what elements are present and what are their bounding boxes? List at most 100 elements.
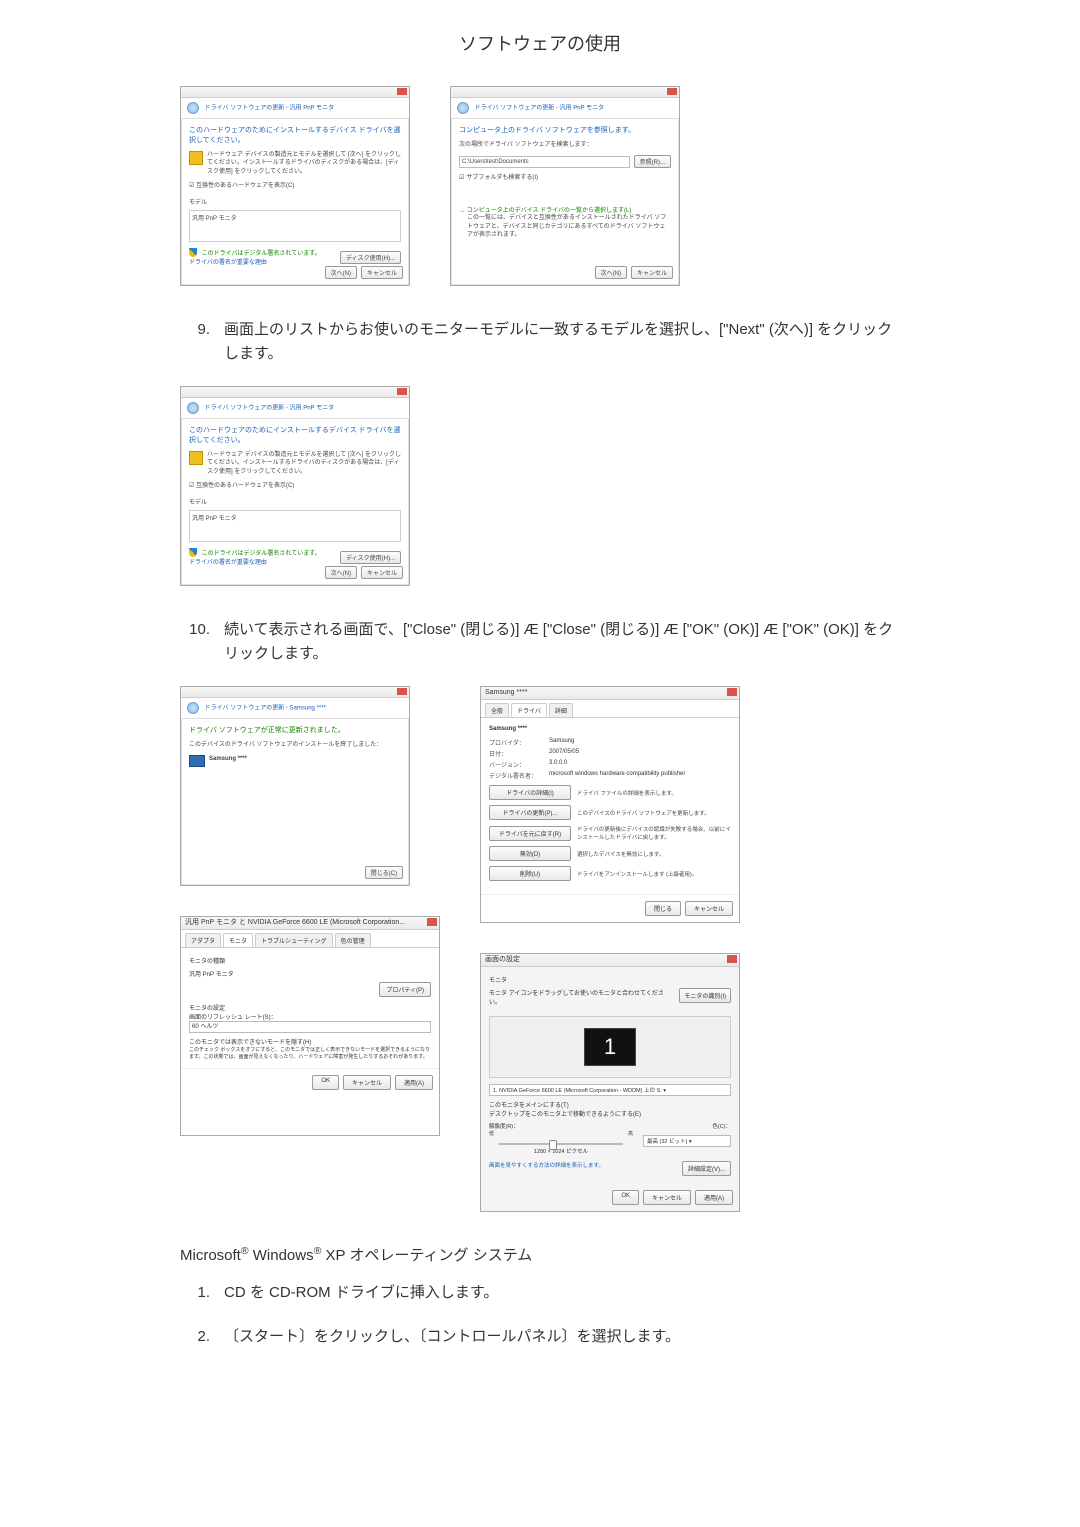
signer-value: microsoft windows hardware compatibility…	[549, 771, 685, 780]
window-buttons	[727, 955, 737, 963]
pick-from-list-desc: この一覧には、デバイスと互換性があるインストールされたドライバ ソフトウェアと、…	[467, 214, 671, 239]
window-titlebar	[181, 687, 409, 698]
monitor-type-group: モニタの種類	[189, 956, 431, 965]
rollback-driver-desc: ドライバの更新後にデバイスの認識が失敗する場合、以前にインストールしたドライバに…	[577, 825, 731, 841]
disk-icon	[189, 151, 203, 165]
window-buttons	[397, 88, 407, 95]
version-label: バージョン：	[489, 760, 549, 769]
have-disk-button: ディスク使用(H)...	[340, 251, 401, 264]
date-label: 日付：	[489, 749, 549, 758]
close-icon	[427, 918, 437, 926]
close-icon	[727, 955, 737, 963]
shield-icon	[189, 248, 197, 257]
step-9: 9. 画面上のリストからお使いのモニターモデルに一致するモデルを選択し、["Ne…	[180, 318, 900, 366]
cancel-button: キャンセル	[631, 266, 673, 279]
wizard-success-heading: ドライバ ソフトウェアが正常に更新されました。	[189, 725, 401, 735]
dialog-titlebar: 汎用 PnP モニタ と NVIDIA GeForce 6600 LE (Mic…	[181, 917, 439, 930]
monitor-adapter-properties: 汎用 PnP モニタ と NVIDIA GeForce 6600 LE (Mic…	[180, 916, 440, 1136]
dialog-tabs: 全般 ドライバ 詳細	[481, 700, 739, 718]
step-number: 2.	[180, 1325, 210, 1349]
provider-value: Samsung	[549, 738, 574, 747]
monitor-arrangement: 1	[489, 1016, 731, 1078]
disable-desc: 選択したデバイスを無効にします。	[577, 850, 731, 858]
xp-section-header: Microsoft® Windows® XP オペレーティング システム	[180, 1244, 900, 1265]
screenshot-row-1: ドライバ ソフトウェアの更新 - 汎用 PnP モニタ このハードウェアのために…	[180, 86, 900, 286]
close-icon	[727, 688, 737, 696]
model-item: 汎用 PnP モニタ	[192, 516, 237, 522]
driver-details-button: ドライバの詳細(I)	[489, 785, 571, 800]
subfolder-checkbox: サブフォルダも検索する(I)	[459, 172, 671, 181]
close-button: 閉じる	[645, 901, 681, 916]
xp-step-1: 1. CD を CD-ROM ドライブに挿入します。	[180, 1281, 900, 1305]
display-settings-dialog: 画面の設定 モニタ モニタ アイコンをドラッグしてお使いのモニタと合わせてくださ…	[480, 953, 740, 1212]
wizard-success-desc: このデバイスのドライバ ソフトウェアのインストールを終了しました：	[189, 741, 401, 749]
step-text: 〔スタート〕をクリックし、〔コントロールパネル〕を選択します。	[224, 1325, 680, 1349]
page-title: ソフトウェアの使用	[0, 30, 1080, 56]
next-button: 次へ(N)	[325, 266, 357, 279]
wizard-description: ハードウェア デバイスの製造元とモデルを選択して [次へ] をクリックしてくださ…	[207, 151, 401, 176]
step-text: 続いて表示される画面で、["Close" (閉じる)] Æ ["Close" (…	[224, 618, 900, 666]
uninstall-desc: ドライバをアンインストールします (上級者用)。	[577, 870, 731, 878]
dialog-titlebar: Samsung ****	[481, 687, 739, 700]
wizard-crumb: ドライバ ソフトウェアの更新 - 汎用 PnP モニタ	[181, 398, 409, 419]
tab-details: 詳細	[549, 703, 573, 717]
next-button: 次へ(N)	[595, 266, 627, 279]
crumb-text: ドライバ ソフトウェアの更新 - 汎用 PnP モニタ	[205, 406, 334, 412]
signature-text: このドライバはデジタル署名されています。	[202, 551, 321, 557]
refresh-rate-select: 60 ヘルツ	[189, 1021, 431, 1033]
res-low-label: 低	[489, 1130, 494, 1137]
close-button: 閉じる(C)	[365, 866, 403, 879]
dialog-titlebar: 画面の設定	[481, 954, 739, 967]
signer-label: デジタル署名者：	[489, 771, 549, 780]
crumb-text: ドライバ ソフトウェアの更新 - Samsung ****	[205, 706, 326, 712]
apply-button: 適用(A)	[395, 1075, 433, 1090]
wizard-description: ハードウェア デバイスの製造元とモデルを選択して [次へ] をクリックしてくださ…	[207, 451, 401, 476]
drag-instruction: モニタ アイコンをドラッグしてお使いのモニタと合わせてください。	[489, 988, 675, 1006]
wizard-heading: コンピュータ上のドライバ ソフトウェアを参照します。	[459, 125, 671, 135]
update-driver-desc: このデバイスのドライバ ソフトウェアを更新します。	[577, 809, 731, 817]
cancel-button: キャンセル	[685, 901, 733, 916]
model-label: モデル	[189, 197, 401, 206]
search-label: 次の場所でドライバ ソフトウェアを検索します：	[459, 141, 671, 149]
wizard-crumb: ドライバ ソフトウェアの更新 - 汎用 PnP モニタ	[451, 98, 679, 119]
dialog-title: Samsung ****	[485, 689, 527, 696]
monitor-1-icon: 1	[584, 1028, 636, 1066]
step-10: 10. 続いて表示される画面で、["Close" (閉じる)] Æ ["Clos…	[180, 618, 900, 666]
tab-troubleshoot: トラブルシューティング	[255, 933, 333, 947]
close-icon	[397, 688, 407, 695]
ok-button: OK	[312, 1075, 339, 1090]
window-titlebar	[181, 87, 409, 98]
model-label: モデル	[189, 497, 401, 506]
device-name: 汎用 PnP モニタ	[189, 969, 431, 978]
step-number: 1.	[180, 1281, 210, 1305]
step-number: 9.	[180, 318, 210, 366]
wizard-update-complete: ドライバ ソフトウェアの更新 - Samsung **** ドライバ ソフトウェ…	[180, 686, 410, 886]
dialog-title: 汎用 PnP モニタ と NVIDIA GeForce 6600 LE (Mic…	[185, 919, 405, 926]
compat-checkbox: ☑ 互換性のあるハードウェアを表示(C)	[189, 182, 401, 190]
signature-text: このドライバはデジタル署名されています。	[202, 251, 321, 257]
dialog-title: 画面の設定	[485, 956, 520, 963]
update-driver-button: ドライバの更新(P)...	[489, 805, 571, 820]
step-number: 10.	[180, 618, 210, 666]
wizard-crumb: ドライバ ソフトウェアの更新 - 汎用 PnP モニタ	[181, 98, 409, 119]
provider-label: プロバイダ：	[489, 738, 549, 747]
ok-button: OK	[612, 1190, 639, 1205]
device-name: Samsung ****	[489, 726, 731, 732]
back-icon	[187, 702, 199, 714]
window-titlebar	[181, 387, 409, 398]
cancel-button: キャンセル	[361, 566, 403, 579]
wizard-select-driver: ドライバ ソフトウェアの更新 - 汎用 PnP モニタ このハードウェアのために…	[180, 86, 410, 286]
tab-general: 全般	[485, 703, 509, 717]
step-text: CD を CD-ROM ドライブに挿入します。	[224, 1281, 498, 1305]
rollback-driver-button: ドライバを元に戻す(R)	[489, 826, 571, 841]
resolution-value: 1280 × 1024 ピクセル	[489, 1147, 633, 1155]
hide-modes-desc: このチェック ボックスをオフにすると、このモニタでは正しく表示できないモードを選…	[189, 1046, 431, 1060]
res-high-label: 高	[628, 1130, 633, 1137]
window-titlebar	[451, 87, 679, 98]
crumb-text: ドライバ ソフトウェアの更新 - 汎用 PnP モニタ	[205, 106, 334, 112]
wizard-crumb: ドライバ ソフトウェアの更新 - Samsung ****	[181, 698, 409, 719]
tab-colormgmt: 色の管理	[335, 933, 371, 947]
monitor-settings-group: モニタの設定	[189, 1003, 431, 1012]
signature-link: ドライバの署名が重要な理由	[189, 260, 267, 266]
color-depth-select: 最高 (32 ビット) ▾	[643, 1135, 731, 1147]
